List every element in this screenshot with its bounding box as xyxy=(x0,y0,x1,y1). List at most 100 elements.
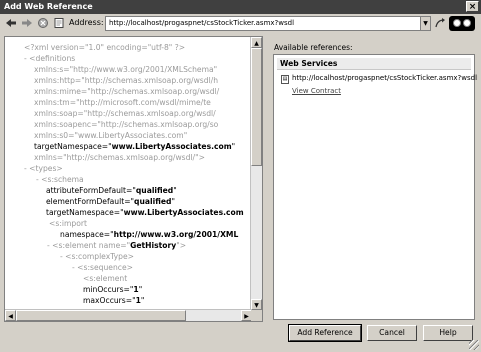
xml-token: xmlns:mime=" xyxy=(34,87,91,96)
available-references-pane: Web Services ▤ http://localhost/progaspn… xyxy=(273,54,477,320)
home-page-icon[interactable] xyxy=(53,17,65,29)
wsdl-xml-text: <?xml version="1.0" encoding="utf-8" ?> -… xyxy=(5,42,252,308)
scroll-down-button[interactable]: ▼ xyxy=(251,299,262,310)
xml-line: maxOccurs="1" xyxy=(83,295,144,306)
xml-token: " xyxy=(140,296,145,305)
xml-line: xmlns:s0="www.LibertyAssociates.com" xyxy=(34,130,187,141)
xml-line: elementFormDefault="qualified" xyxy=(46,196,175,207)
xml-line: - <s:element name="GetHistory"> xyxy=(47,240,186,251)
stop-icon[interactable] xyxy=(37,17,49,29)
xml-token: " xyxy=(171,197,175,206)
xml-line: - <definitions xyxy=(24,53,75,64)
xml-token: minOccurs=" xyxy=(83,285,134,294)
xml-line: attributeFormDefault="qualified" xyxy=(46,185,177,196)
xml-line: xmlns:s="http://www.w3.org/2001/XMLSchem… xyxy=(34,64,217,75)
xml-token: StockSymbol xyxy=(114,307,169,308)
xml-token: - <types> xyxy=(24,164,63,173)
xml-token: xmlns:http=" xyxy=(34,76,85,85)
xml-token: " xyxy=(231,142,236,151)
xml-line: xmlns:http="http://schemas.xmlsoap.org/w… xyxy=(34,75,218,86)
xml-token: xmlns=" xyxy=(34,153,67,162)
xml-token: http://schemas.xmlsoap.org/wsdl/ xyxy=(87,109,216,118)
xml-token: - <s:sequence> xyxy=(72,263,133,272)
xml-line: targetNamespace="www.LibertyAssociates.c… xyxy=(34,141,235,152)
xml-line: minOccurs="1" xyxy=(83,284,142,295)
xml-token: " xyxy=(213,65,218,74)
xml-token: www.LibertyAssociates.com xyxy=(123,208,244,217)
xml-line: xmlns="http://schemas.xmlsoap.org/wsdl/"… xyxy=(34,152,205,163)
xml-token: qualified xyxy=(134,197,172,206)
xml-token: - <s:complexType> xyxy=(60,252,135,261)
xml-token: www.LibertyAssociates.com xyxy=(77,131,184,140)
cancel-button[interactable]: Cancel xyxy=(367,325,417,341)
xml-token: <s:element xyxy=(83,274,128,283)
xml-token: - <s:element name=" xyxy=(47,241,131,250)
xml-line: - <s:schema xyxy=(36,174,84,185)
xml-token: "> xyxy=(176,241,187,250)
xml-token: "> xyxy=(195,153,205,162)
close-button[interactable]: × xyxy=(466,1,479,12)
xml-token: " xyxy=(173,186,177,195)
xml-token: xmlns:tm=" xyxy=(34,98,80,107)
xml-token: namespace=" xyxy=(60,230,114,239)
scroll-up-button[interactable]: ▲ xyxy=(251,37,262,48)
xml-token: www.LibertyAssociates.com xyxy=(111,142,232,151)
address-input[interactable]: http://localhost/progaspnet/csStockTicke… xyxy=(105,16,421,31)
address-label: Address: xyxy=(69,18,104,27)
xml-token: <?xml version="1.0" encoding="utf-8" ?> xyxy=(24,43,186,52)
title-bar: Add Web Reference × xyxy=(0,0,481,14)
xml-line: - <s:complexType> xyxy=(60,251,134,262)
xml-line: xmlns:soap="http://schemas.xmlsoap.org/w… xyxy=(34,108,216,119)
horizontal-scrollbar[interactable]: ◀ ▶ xyxy=(5,309,252,321)
wsdl-content-pane[interactable]: <?xml version="1.0" encoding="utf-8" ?> -… xyxy=(4,36,263,322)
view-contract-link[interactable]: View Contract xyxy=(292,87,341,95)
vertical-scroll-thumb[interactable] xyxy=(251,48,262,166)
scroll-left-button[interactable]: ◀ xyxy=(5,310,16,321)
xml-line: - <types> xyxy=(24,163,63,174)
resize-grip[interactable] xyxy=(469,340,479,350)
available-references-label: Available references: xyxy=(274,43,353,52)
web-service-document-icon: ▤ xyxy=(281,75,289,84)
vertical-scrollbar[interactable]: ▲ ▼ xyxy=(250,37,262,310)
xml-token: elementFormDefault=" xyxy=(46,197,135,206)
xml-line: <s:element xyxy=(83,273,127,284)
xml-token: http://www.w3.org/2001/XMLSchema xyxy=(73,65,214,74)
forward-arrow-icon[interactable] xyxy=(21,17,33,29)
xml-token: " xyxy=(170,307,174,308)
xml-line: <s:import xyxy=(49,218,87,229)
xml-token: qualified xyxy=(135,186,174,195)
xml-token: xmlns:soapenc=" xyxy=(34,120,101,129)
xml-line: namespace="http://www.w3.org/2001/XML xyxy=(60,229,238,240)
xml-token: maxOccurs=" xyxy=(83,296,136,305)
xml-token: xmlns:s=" xyxy=(34,65,74,74)
help-button[interactable]: Help xyxy=(423,325,473,341)
xml-line: - <s:sequence> xyxy=(72,262,133,273)
address-dropdown-button[interactable]: ▼ xyxy=(420,16,431,31)
xml-line: targetNamespace="www.LibertyAssociates.c… xyxy=(46,207,244,218)
xml-line: xmlns:tm="http://microsoft.com/wsdl/mime… xyxy=(34,97,211,108)
web-services-header: Web Services xyxy=(277,58,471,70)
xml-token: " xyxy=(183,131,188,140)
xml-token: http://microsoft.com/wsdl/mime/te xyxy=(79,98,211,107)
add-reference-button[interactable]: Add Reference xyxy=(288,324,362,342)
xml-line: xmlns:soapenc="http://schemas.xmlsoap.or… xyxy=(34,119,218,130)
xml-line: xmlns:mime="http://schemas.xmlsoap.org/w… xyxy=(34,86,219,97)
xml-token: http://schemas.xmlsoap.org/wsdl/ xyxy=(66,153,196,162)
xml-token: <s:import xyxy=(49,219,87,228)
xml-token: attributeFormDefault=" xyxy=(46,186,136,195)
window-title: Add Web Reference xyxy=(4,2,93,11)
xml-token: targetNamespace=" xyxy=(46,208,124,217)
horizontal-scroll-thumb[interactable] xyxy=(16,310,186,321)
xml-token: - <definitions xyxy=(24,54,76,63)
back-arrow-icon[interactable] xyxy=(5,17,17,29)
go-icon[interactable] xyxy=(434,17,447,30)
xml-line: <?xml version="1.0" encoding="utf-8" ?> xyxy=(24,42,185,53)
xml-token: name=" xyxy=(83,307,114,308)
web-service-url[interactable]: http://localhost/progaspnet/csStockTicke… xyxy=(292,74,477,82)
toolbar: Address: http://localhost/progaspnet/csS… xyxy=(0,14,481,34)
xml-token: http://www.w3.org/2001/XML xyxy=(113,230,239,239)
xml-line: name="StockSymbol" xyxy=(83,306,173,308)
xml-token: - <s:schema xyxy=(36,175,84,184)
xml-token: xmlns:soap=" xyxy=(34,109,88,118)
xml-token: " xyxy=(138,285,143,294)
